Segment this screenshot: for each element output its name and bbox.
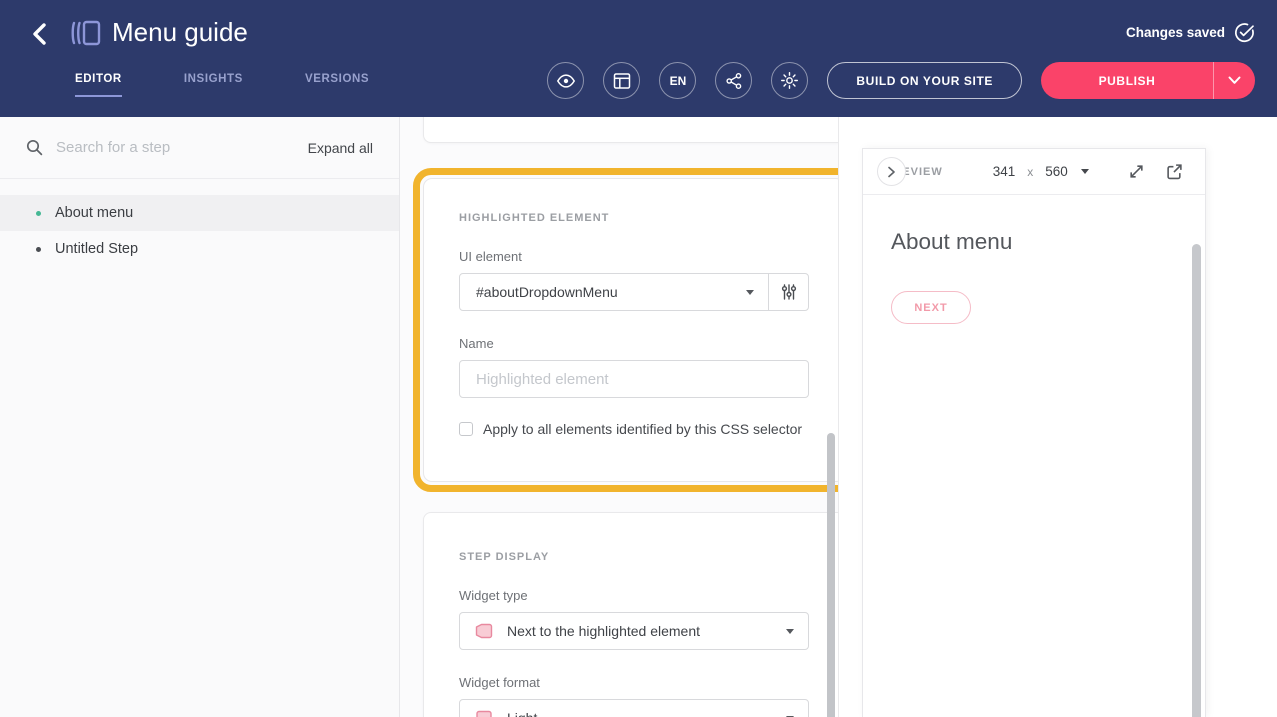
steps-sidebar: Expand all About menu Untitled Step — [0, 117, 400, 717]
preview-scrollbar[interactable] — [1192, 244, 1201, 717]
layout-panel-button[interactable] — [603, 62, 640, 99]
gear-icon — [780, 71, 799, 90]
apply-to-all-checkbox-row[interactable]: Apply to all elements identified by this… — [459, 421, 809, 437]
top-header: Menu guide Changes saved EDITOR INSIGHTS… — [0, 0, 1277, 117]
widget-bubble-icon — [474, 621, 494, 641]
editor-scrollbar[interactable] — [827, 433, 835, 717]
header-controls: EN — [547, 62, 1255, 99]
chevron-down-icon — [1081, 169, 1089, 174]
highlighted-element-name-input[interactable] — [459, 360, 809, 398]
widget-type-value: Next to the highlighted element — [507, 623, 700, 639]
name-label: Name — [459, 336, 809, 351]
search-icon — [26, 139, 43, 156]
step-label: Untitled Step — [55, 241, 138, 257]
ui-element-select-row: #aboutDropdownMenu — [459, 273, 809, 311]
changes-saved-label: Changes saved — [1126, 25, 1225, 40]
step-display-card: STEP DISPLAY Widget type Next to the hig… — [423, 512, 839, 717]
publish-button[interactable]: PUBLISH — [1041, 62, 1213, 99]
layout-panel-icon — [613, 72, 631, 90]
tab-insights[interactable]: INSIGHTS — [184, 73, 243, 97]
preview-header-icons — [1128, 163, 1183, 180]
publish-dropdown-button[interactable] — [1213, 62, 1255, 99]
apply-to-all-checkbox[interactable] — [459, 422, 473, 436]
search-step-input[interactable] — [56, 139, 308, 156]
steps-list: About menu Untitled Step — [0, 195, 399, 267]
widget-type-label: Widget type — [459, 588, 809, 603]
widget-format-icon — [474, 708, 494, 717]
build-on-your-site-button[interactable]: BUILD ON YOUR SITE — [827, 62, 1022, 99]
eye-icon — [556, 71, 576, 91]
section-title: STEP DISPLAY — [459, 551, 809, 563]
previous-settings-card — [423, 117, 839, 143]
publish-split-button: PUBLISH — [1041, 62, 1255, 99]
chevron-right-icon — [887, 166, 896, 178]
share-button[interactable] — [715, 62, 752, 99]
settings-button[interactable] — [771, 62, 808, 99]
preview-body: About menu NEXT — [863, 195, 1205, 717]
highlighted-element-ring: HIGHLIGHTED ELEMENT UI element #aboutDro… — [413, 168, 839, 492]
step-item-about-menu[interactable]: About menu — [0, 195, 399, 231]
sliders-icon — [780, 283, 798, 301]
tab-editor[interactable]: EDITOR — [75, 73, 122, 97]
preview-eye-button[interactable] — [547, 62, 584, 99]
step-search-row: Expand all — [0, 117, 399, 179]
step-item-untitled-step[interactable]: Untitled Step — [0, 231, 399, 267]
open-external-button[interactable] — [1166, 163, 1183, 180]
ui-element-label: UI element — [459, 249, 809, 264]
chevron-down-icon — [786, 629, 794, 634]
element-selector-settings-button[interactable] — [768, 274, 808, 310]
expand-preview-button[interactable] — [1128, 163, 1145, 180]
dimension-separator: x — [1027, 165, 1033, 179]
language-badge: EN — [670, 74, 687, 88]
chevron-down-icon — [1228, 76, 1241, 85]
language-button[interactable]: EN — [659, 62, 696, 99]
widget-type-select[interactable]: Next to the highlighted element — [459, 612, 809, 650]
step-status-dot — [36, 211, 41, 216]
experience-type-icon — [70, 18, 102, 48]
share-icon — [725, 72, 743, 90]
step-label: About menu — [55, 205, 133, 221]
back-button[interactable] — [26, 20, 54, 48]
preview-region: PREVIEW 341 x 560 — [839, 117, 1277, 717]
apply-to-all-label: Apply to all elements identified by this… — [483, 421, 802, 437]
step-status-dot — [36, 247, 41, 252]
preview-height-value: 560 — [1045, 164, 1068, 179]
ui-element-value: #aboutDropdownMenu — [476, 284, 618, 300]
preview-dimensions-select[interactable]: 341 x 560 — [993, 164, 1089, 179]
chevron-down-icon — [746, 290, 754, 295]
expand-all-link[interactable]: Expand all — [308, 140, 373, 156]
changes-saved-status: Changes saved — [1126, 22, 1255, 43]
collapse-preview-button[interactable] — [877, 157, 906, 186]
preview-header: PREVIEW 341 x 560 — [863, 149, 1205, 195]
header-tabs: EDITOR INSIGHTS VERSIONS — [75, 73, 369, 97]
step-editor-panel: HIGHLIGHTED ELEMENT UI element #aboutDro… — [400, 117, 839, 717]
back-chevron-icon — [31, 23, 49, 45]
widget-format-select[interactable]: Light — [459, 699, 809, 717]
preview-width-value: 341 — [993, 164, 1016, 179]
tab-versions[interactable]: VERSIONS — [305, 73, 369, 97]
app-window: Menu guide Changes saved EDITOR INSIGHTS… — [0, 0, 1277, 717]
preview-panel: PREVIEW 341 x 560 — [862, 148, 1206, 717]
section-title: HIGHLIGHTED ELEMENT — [459, 212, 809, 224]
check-circle-icon — [1234, 22, 1255, 43]
ui-element-select[interactable]: #aboutDropdownMenu — [460, 274, 768, 310]
widget-format-value: Light — [507, 710, 537, 717]
preview-next-button[interactable]: NEXT — [891, 291, 971, 324]
preview-step-title: About menu — [891, 195, 1177, 255]
widget-format-label: Widget format — [459, 675, 809, 690]
highlighted-element-card: HIGHLIGHTED ELEMENT UI element #aboutDro… — [423, 178, 839, 482]
page-title: Menu guide — [112, 17, 248, 48]
